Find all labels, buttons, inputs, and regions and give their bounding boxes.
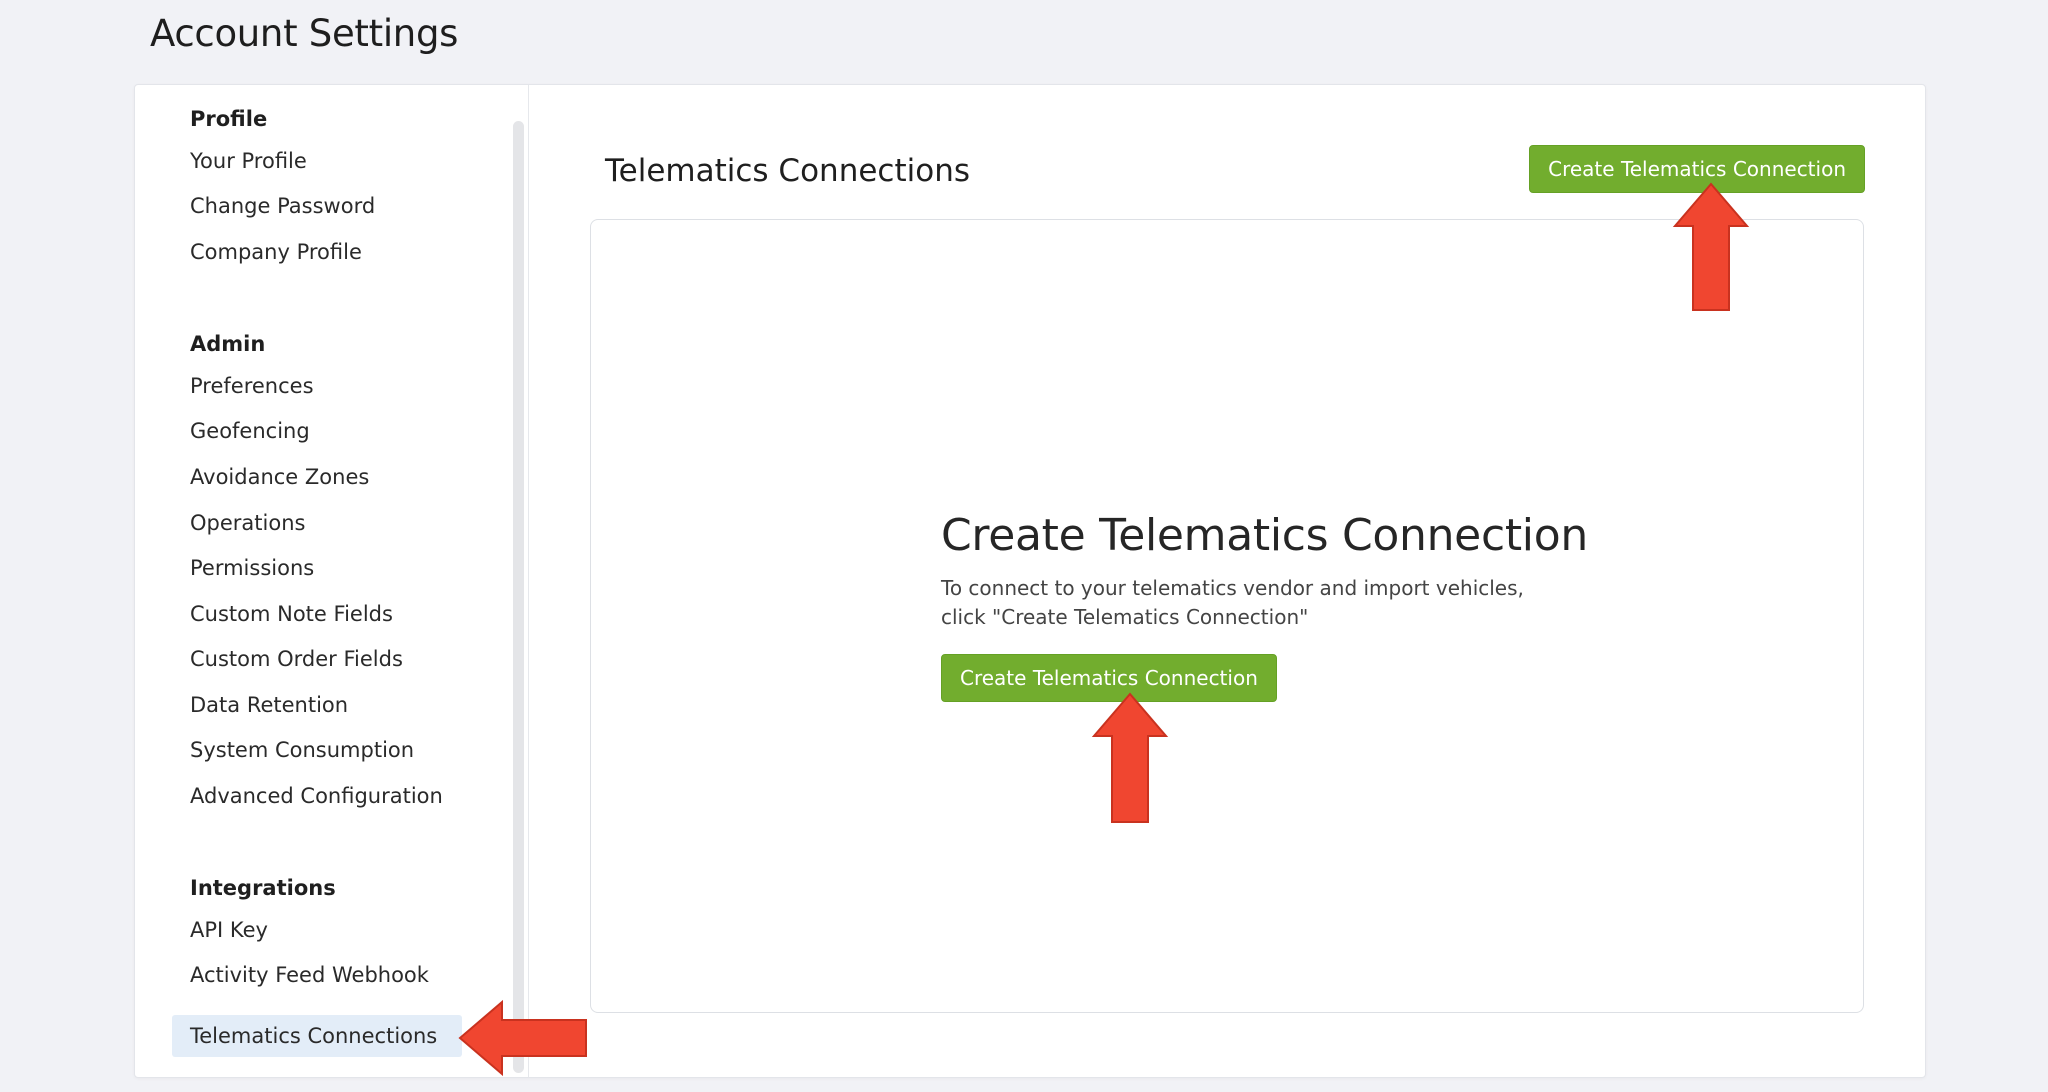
page-title: Account Settings (150, 12, 459, 55)
sidebar-item-operations[interactable]: Operations (172, 502, 462, 544)
empty-state-description-line-2: click "Create Telematics Connection" (941, 605, 1309, 629)
sidebar-item-custom-note-fields[interactable]: Custom Note Fields (172, 593, 462, 635)
empty-state-description: To connect to your telematics vendor and… (941, 574, 1561, 632)
sidebar-item-system-consumption[interactable]: System Consumption (172, 729, 462, 771)
annotation-arrow-up-icon (1091, 692, 1169, 823)
screen: Account Settings Profile Your Profile Ch… (0, 0, 2048, 1092)
annotation-arrow-left-icon (458, 999, 587, 1077)
sidebar-item-data-retention[interactable]: Data Retention (172, 684, 462, 726)
sidebar-heading-profile: Profile (190, 107, 268, 131)
sidebar-item-activity-feed-webhook[interactable]: Activity Feed Webhook (172, 954, 462, 996)
sidebar-heading-admin: Admin (190, 332, 266, 356)
section-title: Telematics Connections (605, 153, 970, 189)
sidebar-item-change-password[interactable]: Change Password (172, 185, 462, 227)
sidebar-item-avoidance-zones[interactable]: Avoidance Zones (172, 456, 462, 498)
sidebar-item-advanced-configuration[interactable]: Advanced Configuration (172, 775, 462, 817)
sidebar-item-permissions[interactable]: Permissions (172, 547, 462, 589)
sidebar-item-company-profile[interactable]: Company Profile (172, 231, 462, 273)
sidebar-item-your-profile[interactable]: Your Profile (172, 140, 462, 182)
sidebar-item-preferences[interactable]: Preferences (172, 365, 462, 407)
sidebar-item-geofencing[interactable]: Geofencing (172, 410, 462, 452)
empty-state-title: Create Telematics Connection (941, 510, 1588, 561)
sidebar-item-api-key[interactable]: API Key (172, 909, 462, 951)
empty-state-description-line-1: To connect to your telematics vendor and… (941, 576, 1524, 600)
sidebar-item-custom-order-fields[interactable]: Custom Order Fields (172, 638, 462, 680)
settings-card: Profile Your Profile Change Password Com… (134, 84, 1926, 1078)
sidebar-scrollbar[interactable] (513, 121, 524, 1073)
sidebar-heading-integrations: Integrations (190, 876, 336, 900)
empty-state-panel: Create Telematics Connection To connect … (590, 219, 1864, 1013)
settings-sidebar: Profile Your Profile Change Password Com… (135, 85, 529, 1077)
annotation-arrow-up-icon (1672, 182, 1750, 311)
sidebar-item-telematics-connections[interactable]: Telematics Connections (172, 1015, 462, 1057)
